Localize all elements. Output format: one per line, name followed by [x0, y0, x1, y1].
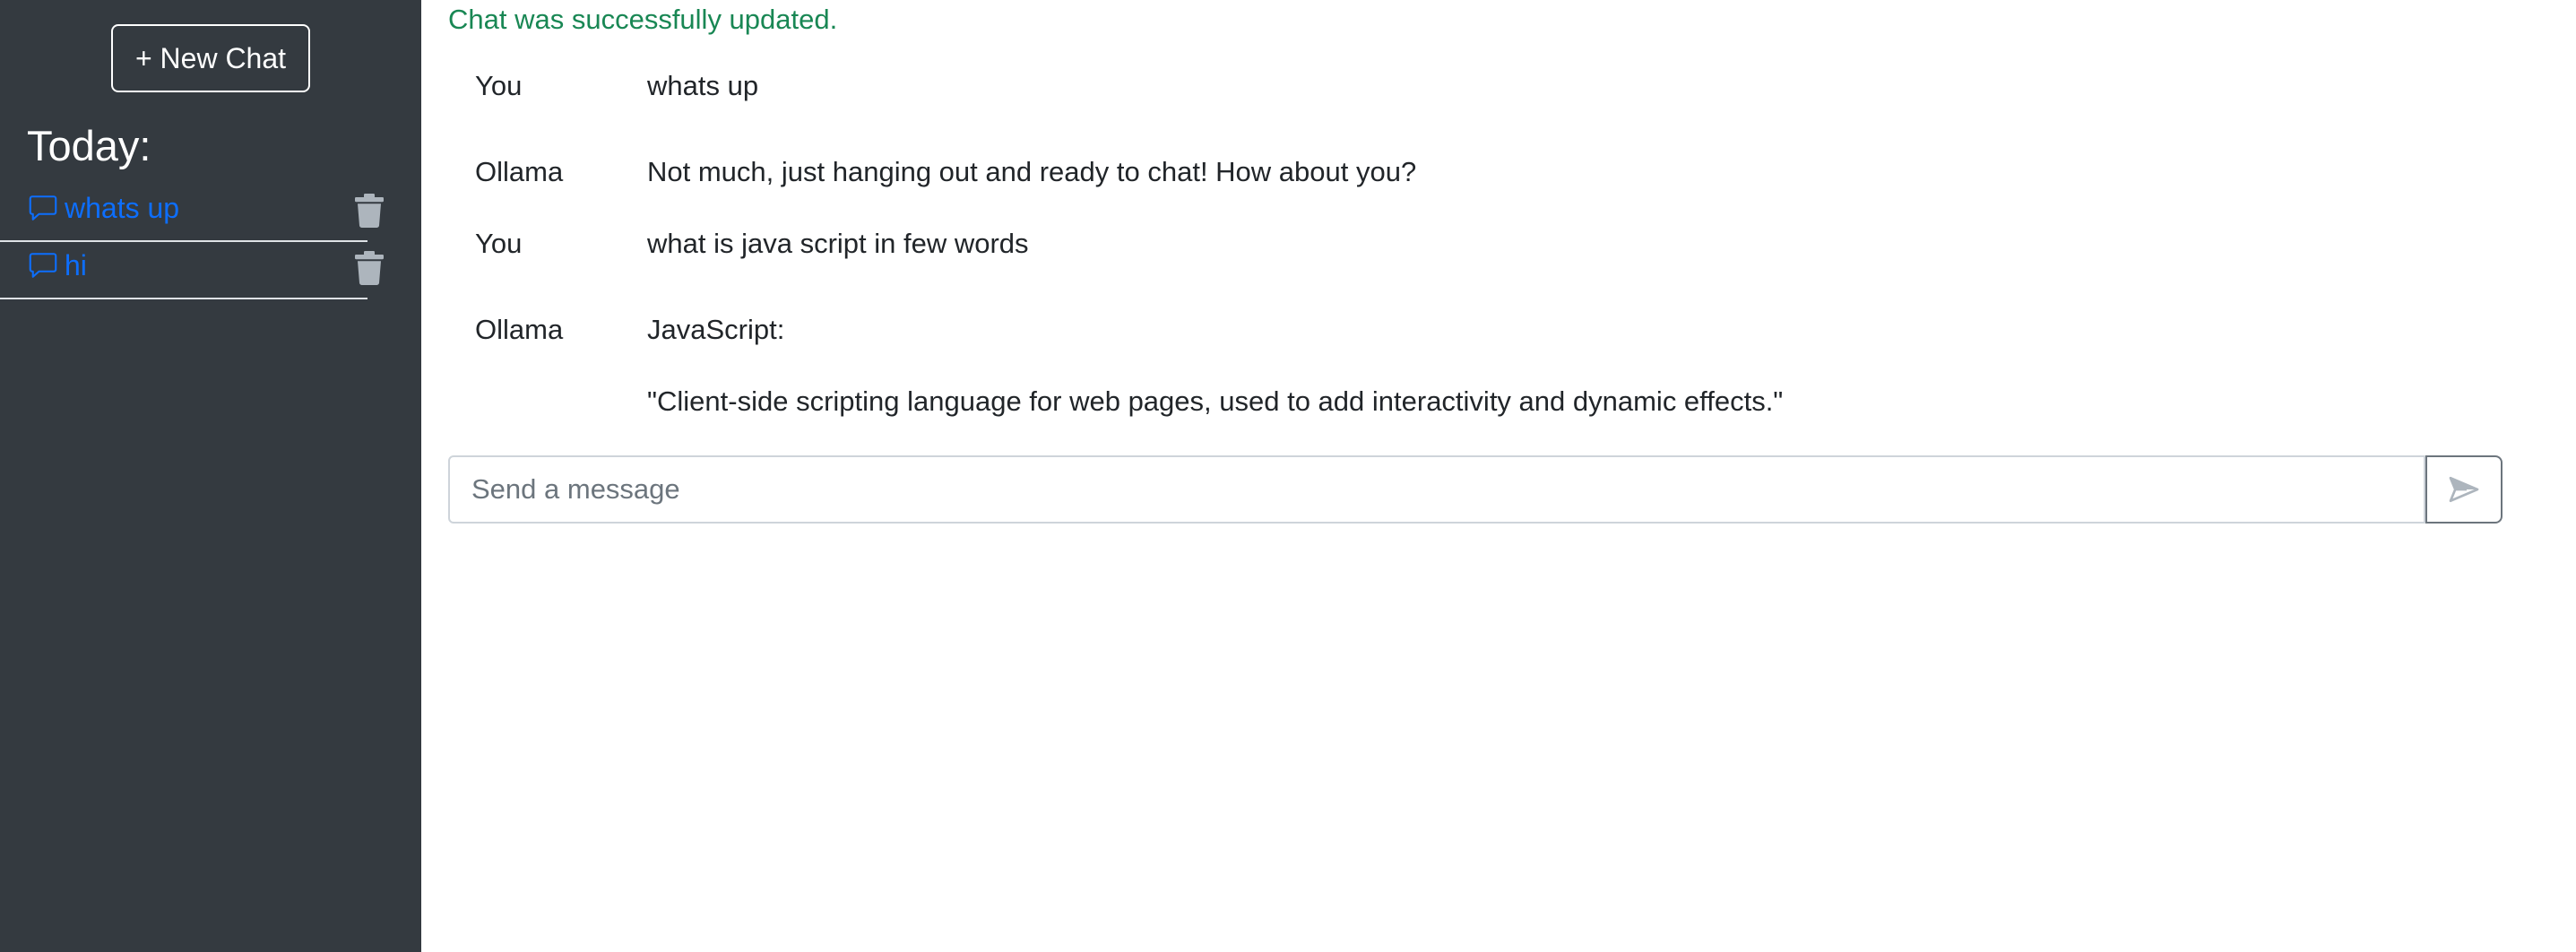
message-composer [448, 455, 2503, 524]
message-text: Not much, just hanging out and ready to … [647, 154, 1416, 226]
new-chat-button[interactable]: + New Chat [111, 24, 310, 92]
trash-icon[interactable] [355, 194, 384, 228]
trash-icon[interactable] [355, 251, 384, 285]
message-line: "Client-side scripting language for web … [647, 385, 1784, 417]
send-button[interactable] [2425, 455, 2503, 524]
message-sender: Ollama [475, 156, 564, 187]
send-icon [2449, 476, 2479, 503]
chat-link[interactable]: hi [27, 247, 87, 283]
message-text: what is java script in few words [647, 226, 1029, 312]
chat-bubble-icon [29, 253, 57, 278]
message-line: what is java script in few words [647, 228, 1029, 259]
message-input[interactable] [448, 455, 2425, 524]
chat-link[interactable]: whats up [27, 190, 179, 226]
message-row: Ollama Not much, just hanging out and re… [448, 154, 2151, 226]
chat-bubble-icon [29, 195, 57, 221]
message-sender: Ollama [475, 314, 564, 345]
message-list: You whats up Ollama Not much, just hangi… [448, 68, 2151, 420]
message-sender: You [475, 70, 523, 101]
section-heading-today: Today: [27, 122, 151, 169]
message-row: You what is java script in few words [448, 226, 2151, 312]
message-line: whats up [647, 70, 759, 101]
message-line: JavaScript: [647, 314, 785, 345]
message-row: Ollama JavaScript: "Client-side scriptin… [448, 312, 2151, 420]
chat-title: hi [65, 249, 87, 281]
chat-title: whats up [65, 192, 180, 224]
message-line: Not much, just hanging out and ready to … [647, 156, 1417, 187]
chat-list-item: hi [0, 242, 384, 299]
message-text: JavaScript: "Client-side scripting langu… [647, 312, 1783, 420]
chat-main: Chat was successfully updated. You whats… [421, 0, 2576, 952]
message-sender: You [475, 228, 523, 259]
chat-list-item: whats up [0, 185, 384, 242]
message-text: whats up [647, 68, 758, 154]
app-root: + New Chat Today: whats up hi Chat was s… [0, 0, 2576, 952]
sidebar: + New Chat Today: whats up hi [0, 0, 421, 952]
chat-list: whats up hi [0, 185, 384, 299]
status-message: Chat was successfully updated. [448, 4, 838, 35]
message-row: You whats up [448, 68, 2151, 154]
